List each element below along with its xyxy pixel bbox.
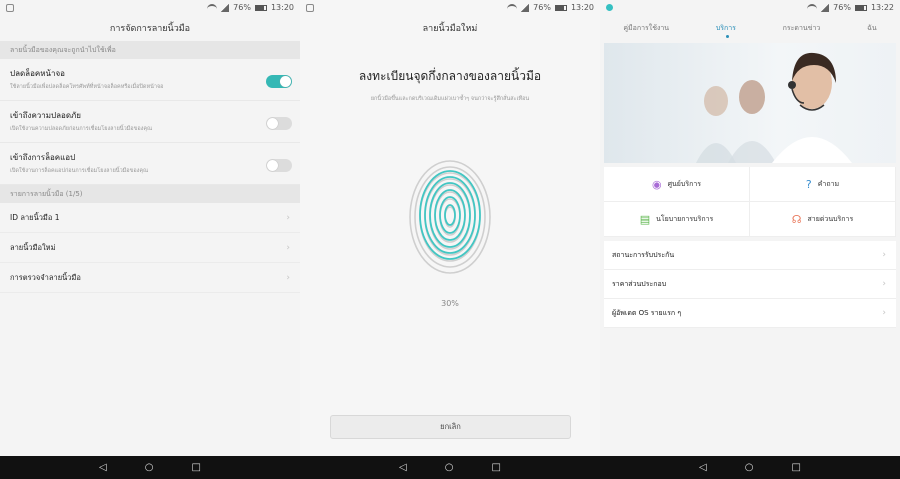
battery-percent: 76% [533, 3, 551, 12]
status-bar: 76% 13:20 [300, 0, 600, 17]
wifi-icon [807, 3, 818, 12]
tab-me[interactable]: ฉัน [867, 17, 877, 39]
signal-icon [221, 3, 230, 12]
enroll-progress: 30% [441, 299, 459, 308]
faq-item[interactable]: ? คำถาม [750, 167, 896, 202]
home-icon[interactable]: ○ [745, 462, 754, 473]
page-title: ลายนิ้วมือใหม่ [422, 24, 478, 34]
support-banner-image[interactable] [604, 43, 896, 163]
nav-item-label: ลายนิ้วมือใหม่ [10, 243, 56, 252]
nav-group: ◁ ○ □ [300, 456, 600, 479]
recents-icon[interactable]: □ [791, 462, 800, 473]
tab-user-guide[interactable]: คู่มือการใช้งาน [623, 17, 669, 39]
clock: 13:20 [270, 3, 294, 12]
battery-percent: 76% [833, 3, 851, 12]
setting-title: เข้าถึงการล็อคแอป [10, 153, 76, 162]
unlock-screen-toggle[interactable] [266, 75, 292, 88]
tab-services[interactable]: บริการ [716, 17, 736, 39]
support-services-screen: 76% 13:22 คู่มือการใช้งาน บริการ กระดานข… [600, 0, 900, 456]
grid-item-label: นโยบายการบริการ [656, 214, 714, 223]
list-item-label: ผู้อัพเดต OS รายแรก ๆ [612, 309, 682, 317]
setting-title: เข้าถึงความปลอดภัย [10, 111, 81, 120]
system-nav-bar: ◁ ○ □ ◁ ○ □ ◁ ○ □ [0, 456, 900, 479]
battery-icon [854, 4, 867, 11]
tab-bar: คู่มือการใช้งาน บริการ กระดานข่าว ฉัน [600, 17, 900, 39]
battery-percent: 76% [233, 3, 251, 12]
cancel-button[interactable]: ยกเลิก [330, 415, 571, 439]
back-icon[interactable]: ◁ [699, 462, 707, 473]
chevron-right-icon: › [286, 273, 290, 283]
setting-unlock-screen[interactable]: ปลดล็อคหน้าจอ ใช้ลายนิ้วมือเพื่อปลดล็อคโ… [0, 59, 300, 101]
new-fingerprint-screen: 76% 13:20 ลายนิ้วมือใหม่ ลงทะเบียนจุดกึ่… [300, 0, 600, 456]
fingerprint-recognition-item[interactable]: การตรวจจำลายนิ้วมือ › [0, 263, 300, 293]
home-icon[interactable]: ○ [145, 462, 154, 473]
status-bar: 76% 13:20 [0, 0, 300, 17]
setting-description: เปิดใช้งานความปลอดภัยก่อนการเชื่อมโยงลาย… [10, 126, 153, 132]
grid-item-label: ศูนย์บริการ [667, 179, 702, 188]
chevron-right-icon: › [286, 213, 290, 223]
chevron-right-icon: › [882, 279, 886, 289]
setting-title: ปลดล็อคหน้าจอ [10, 69, 65, 78]
question-icon: ? [805, 177, 812, 191]
service-center-item[interactable]: ◉ ศูนย์บริการ [604, 167, 750, 202]
clock: 13:22 [870, 3, 894, 12]
signal-icon [821, 3, 830, 12]
status-bar: 76% 13:22 [600, 0, 900, 17]
chevron-right-icon: › [286, 243, 290, 253]
chevron-right-icon: › [882, 308, 886, 318]
tab-news[interactable]: กระดานข่าว [783, 17, 821, 39]
hotline-item[interactable]: ☊ สายด่วนบริการ [750, 202, 896, 237]
location-icon: ◉ [651, 177, 662, 191]
enroll-heading: ลงทะเบียนจุดกึ่งกลางของลายนิ้วมือ [358, 69, 542, 83]
enroll-instruction: ยกนิ้วมือขึ้นและกดบริเวณเดิมแผ่วเบาซ้ำๆ … [370, 96, 530, 102]
fingerprint-icon [408, 158, 492, 276]
clock: 13:20 [570, 3, 594, 12]
image-notification-icon [6, 4, 14, 12]
battery-icon [254, 4, 267, 11]
section-header-fingerprint-list: รายการลายนิ้วมือ (1/5) [0, 185, 300, 203]
back-icon[interactable]: ◁ [399, 462, 407, 473]
signal-icon [521, 3, 530, 12]
new-fingerprint-item[interactable]: ลายนิ้วมือใหม่ › [0, 233, 300, 263]
headset-icon: ☊ [791, 212, 802, 226]
list-item-label: สถานะการรับประกัน [612, 251, 675, 259]
nav-group: ◁ ○ □ [0, 456, 300, 479]
setting-app-lock[interactable]: เข้าถึงการล็อคแอป เปิดใช้งานการล็อคแอปก่… [0, 143, 300, 185]
nav-item-label: ID ลายนิ้วมือ 1 [10, 213, 60, 222]
parts-price-item[interactable]: ราคาส่วนประกอบ › [604, 270, 896, 299]
home-icon[interactable]: ○ [445, 462, 454, 473]
app-notification-icon [606, 4, 613, 11]
recents-icon[interactable]: □ [191, 462, 200, 473]
nav-group: ◁ ○ □ [600, 456, 900, 479]
early-os-update-item[interactable]: ผู้อัพเดต OS รายแรก ๆ › [604, 299, 896, 328]
service-list: สถานะการรับประกัน › ราคาส่วนประกอบ › ผู้… [604, 241, 896, 328]
grid-item-label: คำถาม [817, 179, 840, 188]
app-lock-toggle[interactable] [266, 159, 292, 172]
service-policy-item[interactable]: ▤ นโยบายการบริการ [604, 202, 750, 237]
fingerprint-id-1-item[interactable]: ID ลายนิ้วมือ 1 › [0, 203, 300, 233]
wifi-icon [207, 3, 218, 12]
access-safe-toggle[interactable] [266, 117, 292, 130]
setting-description: ใช้ลายนิ้วมือเพื่อปลดล็อคโทรศัพท์ที่หน้า… [10, 84, 164, 90]
page-title: การจัดการลายนิ้วมือ [109, 24, 191, 34]
wifi-icon [507, 3, 518, 12]
fingerprint-management-screen: 76% 13:20 การจัดการลายนิ้วมือ ลายนิ้วมือ… [0, 0, 300, 456]
section-header-usage: ลายนิ้วมือของคุณจะถูกนำไปใช้เพื่อ [0, 41, 300, 59]
document-icon: ▤ [639, 212, 651, 226]
grid-item-label: สายด่วนบริการ [807, 214, 854, 223]
warranty-status-item[interactable]: สถานะการรับประกัน › [604, 241, 896, 270]
nav-item-label: การตรวจจำลายนิ้วมือ [10, 273, 81, 282]
setting-description: เปิดใช้งานการล็อคแอปก่อนการเชื่อมโยงลายน… [10, 168, 149, 174]
chevron-right-icon: › [882, 250, 886, 260]
back-icon[interactable]: ◁ [99, 462, 107, 473]
service-grid: ◉ ศูนย์บริการ ? คำถาม ▤ นโยบายการบริการ … [604, 167, 896, 237]
image-notification-icon [306, 4, 314, 12]
recents-icon[interactable]: □ [491, 462, 500, 473]
battery-icon [554, 4, 567, 11]
setting-access-safe[interactable]: เข้าถึงความปลอดภัย เปิดใช้งานความปลอดภัย… [0, 101, 300, 143]
list-item-label: ราคาส่วนประกอบ [612, 280, 667, 288]
